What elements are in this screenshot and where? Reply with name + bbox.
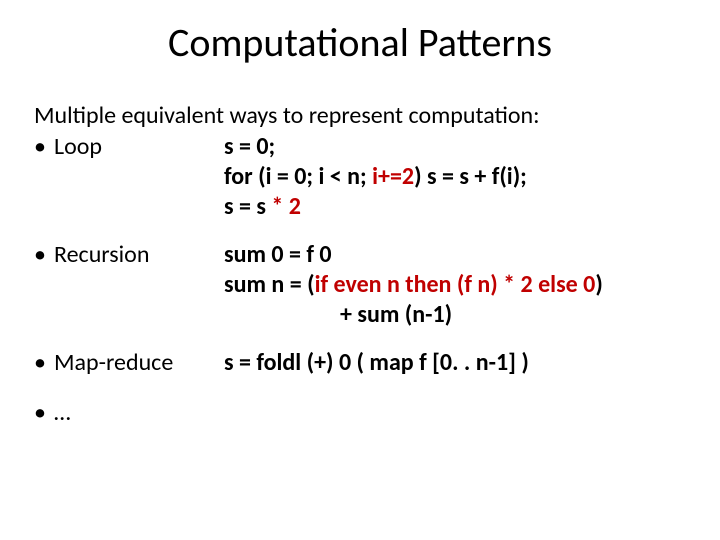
code-line: s = 0;: [224, 132, 686, 162]
bullet-label-recursion: Recursion: [54, 240, 149, 270]
code-text: s = s: [224, 192, 271, 221]
code-text: ) s = s + f(i);: [414, 162, 527, 191]
slide-title: Computational Patterns: [34, 18, 686, 67]
code-line: s = s * 2: [224, 192, 686, 222]
item-ellipsis: • …: [34, 398, 686, 428]
bullet-dot-icon: •: [34, 132, 54, 162]
item-loop: • Loop s = 0; for (i = 0; i < n; i+=2) s…: [34, 132, 686, 222]
code-line: sum 0 = f 0: [224, 240, 686, 270]
code-highlight: i+=2: [372, 162, 414, 191]
bullet-dot-icon: •: [34, 240, 54, 270]
code-highlight: * 2: [271, 192, 301, 221]
code-line: + sum (n-1): [224, 300, 686, 330]
bullet-label-loop: Loop: [54, 132, 102, 162]
code-loop: s = 0; for (i = 0; i < n; i+=2) s = s + …: [224, 132, 686, 222]
bullet-dot-icon: •: [34, 348, 54, 378]
code-text: for (i = 0; i < n;: [224, 162, 372, 191]
code-line: s = foldl (+) 0 ( map f [0. . n-1] ): [224, 348, 686, 378]
code-highlight: if even n then (f n) * 2 else 0: [315, 270, 596, 299]
bullet-label-mapreduce: Map-reduce: [54, 348, 173, 378]
bullet-label-ellipsis: …: [54, 398, 71, 428]
code-text: ): [595, 270, 602, 299]
code-mapreduce: s = foldl (+) 0 ( map f [0. . n-1] ): [224, 348, 686, 378]
lead-text: Multiple equivalent ways to represent co…: [34, 101, 686, 130]
code-recursion: sum 0 = f 0 sum n = (if even n then (f n…: [224, 240, 686, 330]
code-line: sum n = (if even n then (f n) * 2 else 0…: [224, 270, 686, 300]
item-mapreduce: • Map-reduce s = foldl (+) 0 ( map f [0.…: [34, 348, 686, 378]
item-recursion: • Recursion sum 0 = f 0 sum n = (if even…: [34, 240, 686, 330]
slide: Computational Patterns Multiple equivale…: [0, 0, 720, 540]
bullet-dot-icon: •: [34, 398, 54, 428]
code-text: sum n = (: [224, 270, 315, 299]
code-line: for (i = 0; i < n; i+=2) s = s + f(i);: [224, 162, 686, 192]
